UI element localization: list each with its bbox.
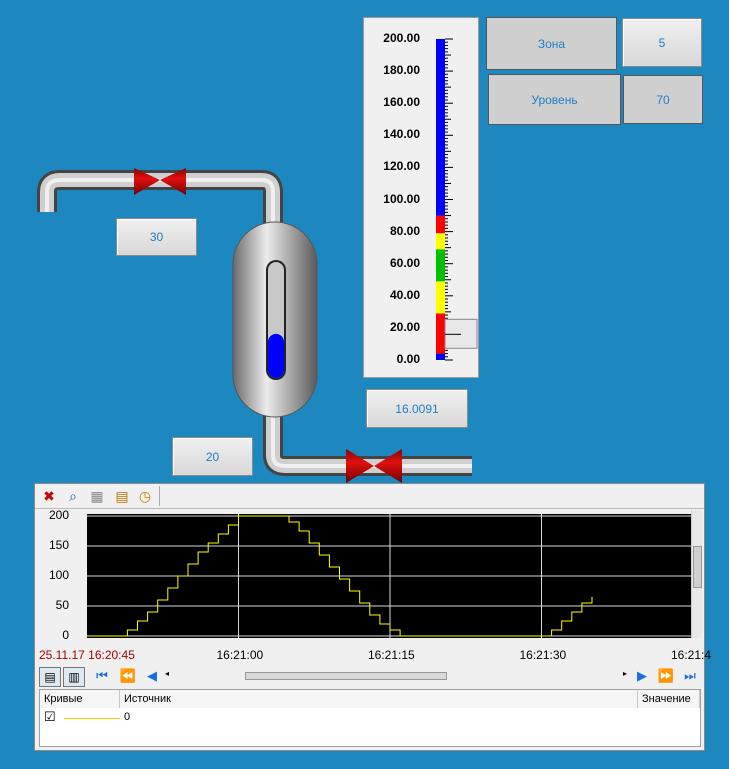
gauge-bar bbox=[436, 38, 478, 361]
curves-table: Кривые Источник Значение ☑ 0 bbox=[39, 689, 701, 747]
y-tick-label: 50 bbox=[55, 598, 69, 612]
y-tick-label: 0 bbox=[62, 628, 69, 642]
outlet-valve[interactable] bbox=[346, 449, 402, 483]
delete-icon[interactable]: ✖ bbox=[40, 487, 58, 505]
table-row[interactable]: ☑ 0 bbox=[40, 709, 700, 726]
curve-color-swatch bbox=[64, 718, 120, 719]
gauge-band bbox=[436, 39, 445, 216]
curves-panel-button[interactable]: ▤ bbox=[39, 667, 61, 687]
level-gauge: 200.00 180.00 160.00 140.00 120.00 100.00 80.0… bbox=[363, 17, 479, 378]
x-tick-label: 16:21:00 bbox=[216, 648, 264, 662]
y-tick-label: 100 bbox=[48, 568, 69, 582]
tank-level-fill bbox=[268, 333, 284, 378]
hscroll-right-arrow[interactable]: ▸ bbox=[623, 669, 627, 678]
zone-label: Зона bbox=[486, 17, 617, 70]
curve-checkbox[interactable]: ☑ bbox=[44, 709, 56, 725]
clock-icon[interactable]: ◷ bbox=[136, 487, 154, 505]
toolbar-divider bbox=[159, 486, 160, 506]
gauge-band bbox=[436, 313, 445, 354]
level-value[interactable]: 16.0091 bbox=[366, 389, 468, 428]
step-back-icon[interactable]: ◀ bbox=[143, 667, 161, 685]
gauge-band bbox=[436, 249, 445, 282]
level-indicator-value: 70 bbox=[623, 75, 703, 124]
y-tick-label: 150 bbox=[48, 538, 69, 552]
trend-start-timestamp: 25.11.17 16:20:45 bbox=[39, 648, 135, 662]
last-page-icon[interactable]: ⏭ bbox=[681, 667, 699, 685]
tank-value[interactable]: 20 bbox=[172, 437, 253, 476]
zone-value[interactable]: 5 bbox=[622, 18, 702, 67]
gauge-band bbox=[436, 281, 445, 314]
step-forward-icon[interactable]: ▶ bbox=[633, 667, 651, 685]
x-tick-label: 16:21:15 bbox=[368, 648, 415, 662]
page-forward-icon[interactable]: ⏩ bbox=[657, 667, 675, 685]
export-icon[interactable]: ▤ bbox=[113, 487, 131, 505]
value-header[interactable]: Значение bbox=[638, 690, 700, 708]
trend-hscroll-thumb[interactable] bbox=[245, 672, 447, 680]
inlet-flow-value[interactable]: 30 bbox=[116, 218, 197, 256]
trend-vscrollbar[interactable] bbox=[691, 510, 702, 638]
gauge-band bbox=[436, 233, 445, 250]
x-tick-label: 16:21:4 bbox=[671, 648, 712, 662]
zoom-icon[interactable]: ⌕ bbox=[64, 487, 82, 505]
first-page-icon[interactable]: ⏮ bbox=[93, 667, 111, 685]
trend-hscrollbar[interactable]: ◂ ▸ bbox=[165, 669, 631, 680]
trend-plot bbox=[87, 514, 693, 638]
x-tick-label: 16:21:30 bbox=[519, 648, 567, 662]
gauge-band bbox=[436, 215, 445, 234]
level-label: Уровень bbox=[488, 74, 621, 125]
hscroll-left-arrow[interactable]: ◂ bbox=[165, 669, 169, 678]
tank bbox=[232, 221, 318, 418]
trend-nav-bar: ▤ ▥ ⏮ ⏪ ◀ ◂ ▸ ▶ ⏩ ⏭ bbox=[35, 666, 704, 688]
page-back-icon[interactable]: ⏪ bbox=[119, 667, 137, 685]
curves-header[interactable]: Кривые bbox=[40, 690, 120, 708]
gauge-band bbox=[436, 353, 445, 360]
properties-panel-button[interactable]: ▥ bbox=[63, 667, 85, 687]
trend-toolbar: ✖ ⌕ ▦ ▤ ◷ bbox=[35, 484, 704, 509]
grid-icon[interactable]: ▦ bbox=[88, 487, 106, 505]
trend-vscroll-thumb[interactable] bbox=[693, 546, 702, 588]
curve-name: 0 bbox=[124, 711, 131, 723]
source-header[interactable]: Источник bbox=[120, 690, 638, 708]
y-tick-label: 200 bbox=[48, 508, 69, 522]
trend-panel: ✖ ⌕ ▦ ▤ ◷ 0 50 100 150 200 25.11.17 16:20:45… bbox=[34, 483, 711, 751]
